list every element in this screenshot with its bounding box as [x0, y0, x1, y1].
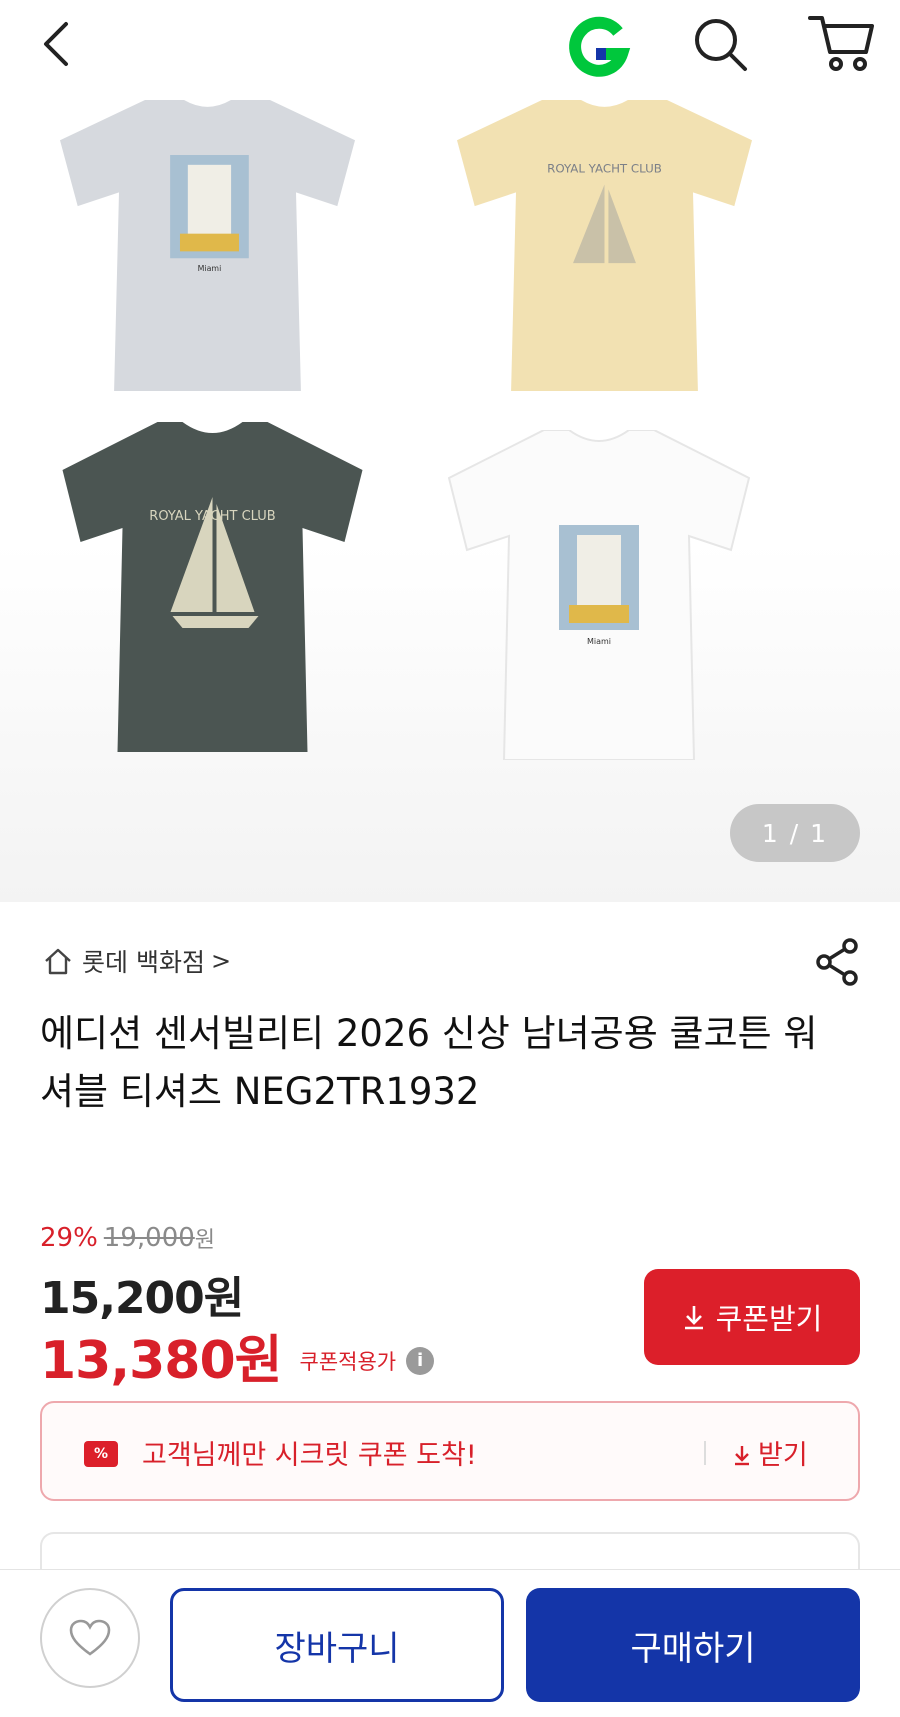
store-name: 롯데 백화점	[82, 948, 205, 977]
coupon-price-row: 13,380원 쿠폰적용가 i	[40, 1318, 435, 1393]
heart-icon	[69, 1619, 111, 1656]
get-coupon-label: 쿠폰받기	[715, 1302, 823, 1336]
cart-icon	[808, 16, 874, 71]
top-bar	[0, 0, 900, 100]
chevron-right-icon: >	[210, 947, 232, 975]
g-logo-icon[interactable]	[566, 14, 634, 78]
search-icon	[695, 19, 747, 71]
product-image-gray-shirt: Miami	[55, 100, 360, 391]
yacht-print-label: ROYAL YACHT CLUB	[547, 162, 662, 176]
coupon-price-label: 쿠폰적용가	[299, 1349, 397, 1374]
coupon-icon: %	[84, 1441, 118, 1467]
original-price: 19,000	[103, 1223, 195, 1253]
image-page-indicator: 1 / 1	[730, 804, 860, 862]
download-arrow-icon	[684, 1306, 703, 1330]
bottom-action-bar: 장바구니 구매하기	[0, 1569, 900, 1717]
back-button[interactable]	[36, 14, 84, 74]
secret-coupon-get-label: 받기	[758, 1440, 808, 1471]
store-link[interactable]: 롯데 백화점 >	[42, 940, 231, 982]
home-icon	[45, 948, 71, 975]
get-coupon-button[interactable]: 쿠폰받기	[644, 1269, 860, 1365]
coupon-price: 13,380원	[40, 1331, 283, 1391]
product-image-gallery[interactable]: Miami ROYAL YACHT CLUB ROYAL YACHT CLUB …	[0, 100, 900, 902]
search-button[interactable]	[690, 14, 752, 76]
secret-coupon-get-button[interactable]: 받기	[732, 1433, 808, 1472]
product-title: 에디션 센서빌리티 2026 신상 남녀공용 쿨코튼 워셔블 티셔츠 NEG2T…	[40, 1012, 818, 1113]
buy-now-button[interactable]: 구매하기	[526, 1588, 860, 1702]
miami-print-label: Miami	[587, 637, 611, 646]
secret-coupon-banner[interactable]: % 고객님께만 시크릿 쿠폰 도착! 받기	[40, 1401, 860, 1501]
add-to-cart-button[interactable]: 장바구니	[170, 1588, 504, 1702]
sale-price: 15,200원	[40, 1273, 244, 1324]
download-arrow-icon	[735, 1446, 749, 1466]
share-icon	[816, 938, 858, 986]
product-image-charcoal-shirt: ROYAL YACHT CLUB	[60, 422, 365, 752]
product-image-white-shirt: Miami	[448, 430, 750, 760]
discount-rate: 29%	[40, 1223, 98, 1253]
discount-row: 29% 19,000 원	[40, 1222, 215, 1254]
original-price-unit: 원	[194, 1228, 216, 1253]
divider	[704, 1441, 706, 1465]
share-button[interactable]	[816, 938, 860, 986]
info-icon[interactable]: i	[406, 1346, 435, 1375]
product-image-yellow-shirt: ROYAL YACHT CLUB	[452, 100, 757, 391]
wishlist-button[interactable]	[40, 1588, 140, 1688]
miami-print-label: Miami	[198, 264, 222, 273]
secret-coupon-text: 고객님께만 시크릿 쿠폰 도착!	[142, 1440, 477, 1471]
chevron-left-icon	[44, 22, 68, 66]
cart-button[interactable]	[806, 10, 876, 76]
